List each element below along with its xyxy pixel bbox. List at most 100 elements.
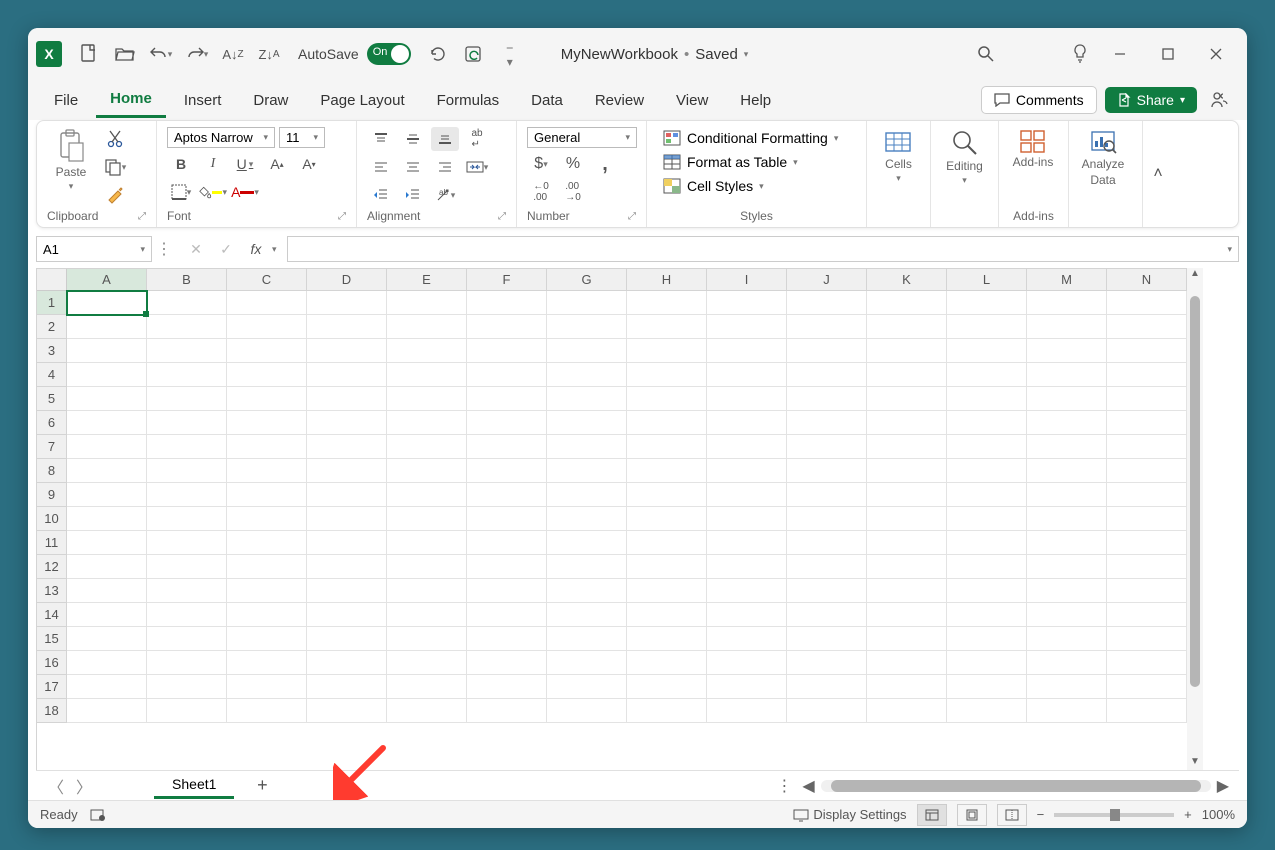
- grow-font-button[interactable]: A▴: [263, 152, 291, 176]
- cell[interactable]: [387, 363, 467, 387]
- cell[interactable]: [1027, 555, 1107, 579]
- cell[interactable]: [467, 699, 547, 723]
- cell[interactable]: [227, 459, 307, 483]
- font-name-combo[interactable]: Aptos Narrow▾: [167, 127, 275, 148]
- select-all-corner[interactable]: [37, 269, 67, 291]
- cell[interactable]: [227, 291, 307, 315]
- tab-page-layout[interactable]: Page Layout: [306, 84, 418, 117]
- cell[interactable]: [627, 675, 707, 699]
- cell[interactable]: [147, 579, 227, 603]
- cell[interactable]: [307, 315, 387, 339]
- underline-button[interactable]: U▾: [231, 152, 259, 176]
- cell[interactable]: [147, 531, 227, 555]
- cell[interactable]: [1027, 699, 1107, 723]
- hscroll-left-button[interactable]: ◀: [802, 776, 814, 796]
- cell[interactable]: [387, 483, 467, 507]
- cell[interactable]: [787, 315, 867, 339]
- row-header[interactable]: 13: [37, 579, 67, 603]
- cell[interactable]: [227, 363, 307, 387]
- cell[interactable]: [147, 555, 227, 579]
- cell[interactable]: [1107, 435, 1187, 459]
- hscroll-right-button[interactable]: ▶: [1217, 776, 1229, 796]
- cell[interactable]: [467, 459, 547, 483]
- cell[interactable]: [547, 651, 627, 675]
- cell[interactable]: [787, 579, 867, 603]
- align-top-button[interactable]: [367, 127, 395, 151]
- cell[interactable]: [947, 315, 1027, 339]
- align-center-button[interactable]: [399, 155, 427, 179]
- cell[interactable]: [227, 699, 307, 723]
- cell[interactable]: [947, 627, 1027, 651]
- cell[interactable]: [1107, 579, 1187, 603]
- cell[interactable]: [707, 411, 787, 435]
- cell[interactable]: [1027, 531, 1107, 555]
- cell[interactable]: [307, 507, 387, 531]
- currency-button[interactable]: $▾: [527, 152, 555, 176]
- search-icon[interactable]: [971, 39, 1001, 69]
- cell-styles-button[interactable]: Cell Styles▾: [657, 175, 770, 197]
- insert-function-button[interactable]: fx: [242, 237, 270, 261]
- cell[interactable]: [67, 459, 147, 483]
- cell[interactable]: [467, 579, 547, 603]
- cell[interactable]: [307, 603, 387, 627]
- cell[interactable]: [387, 291, 467, 315]
- paste-button[interactable]: Paste ▾: [47, 127, 95, 192]
- column-header[interactable]: L: [947, 269, 1027, 291]
- cell[interactable]: [147, 459, 227, 483]
- cell[interactable]: [707, 435, 787, 459]
- cell[interactable]: [67, 651, 147, 675]
- cell[interactable]: [67, 483, 147, 507]
- editing-button[interactable]: Editing▾: [941, 127, 988, 186]
- orientation-button[interactable]: ab▾: [431, 183, 459, 207]
- column-header[interactable]: C: [227, 269, 307, 291]
- cell[interactable]: [547, 459, 627, 483]
- comments-button[interactable]: Comments: [981, 86, 1097, 114]
- cell[interactable]: [627, 291, 707, 315]
- formula-input[interactable]: ▾: [287, 236, 1239, 262]
- cell[interactable]: [307, 627, 387, 651]
- wrap-text-button[interactable]: ab↵: [463, 127, 491, 151]
- cell[interactable]: [67, 315, 147, 339]
- cell[interactable]: [867, 363, 947, 387]
- cell[interactable]: [947, 459, 1027, 483]
- cell[interactable]: [947, 483, 1027, 507]
- macro-record-icon[interactable]: [90, 808, 106, 822]
- cell[interactable]: [1107, 411, 1187, 435]
- column-header[interactable]: A: [67, 269, 147, 291]
- cell[interactable]: [627, 411, 707, 435]
- cell[interactable]: [387, 531, 467, 555]
- cell[interactable]: [947, 411, 1027, 435]
- cell[interactable]: [1027, 435, 1107, 459]
- cell[interactable]: [787, 675, 867, 699]
- cell[interactable]: [1107, 387, 1187, 411]
- undo-button[interactable]: ▾: [146, 39, 176, 69]
- tab-data[interactable]: Data: [517, 84, 577, 117]
- cell[interactable]: [947, 363, 1027, 387]
- cell[interactable]: [67, 291, 147, 315]
- minimize-button[interactable]: [1097, 34, 1143, 74]
- sort-desc-icon[interactable]: Z↓A: [254, 39, 284, 69]
- cell[interactable]: [467, 315, 547, 339]
- cell[interactable]: [627, 315, 707, 339]
- cell[interactable]: [947, 387, 1027, 411]
- cells-button[interactable]: Cells▾: [877, 127, 920, 184]
- cell[interactable]: [627, 651, 707, 675]
- tab-view[interactable]: View: [662, 84, 722, 117]
- cell[interactable]: [67, 699, 147, 723]
- tab-draw[interactable]: Draw: [239, 84, 302, 117]
- row-header[interactable]: 17: [37, 675, 67, 699]
- cell[interactable]: [227, 555, 307, 579]
- cell[interactable]: [547, 435, 627, 459]
- cell[interactable]: [387, 459, 467, 483]
- cell[interactable]: [147, 483, 227, 507]
- shrink-font-button[interactable]: A▾: [295, 152, 323, 176]
- cell[interactable]: [67, 627, 147, 651]
- align-middle-button[interactable]: [399, 127, 427, 151]
- cell[interactable]: [227, 483, 307, 507]
- cell[interactable]: [627, 507, 707, 531]
- cell[interactable]: [387, 387, 467, 411]
- cell[interactable]: [867, 411, 947, 435]
- cell[interactable]: [1027, 387, 1107, 411]
- format-as-table-button[interactable]: Format as Table▾: [657, 151, 804, 173]
- cell[interactable]: [307, 411, 387, 435]
